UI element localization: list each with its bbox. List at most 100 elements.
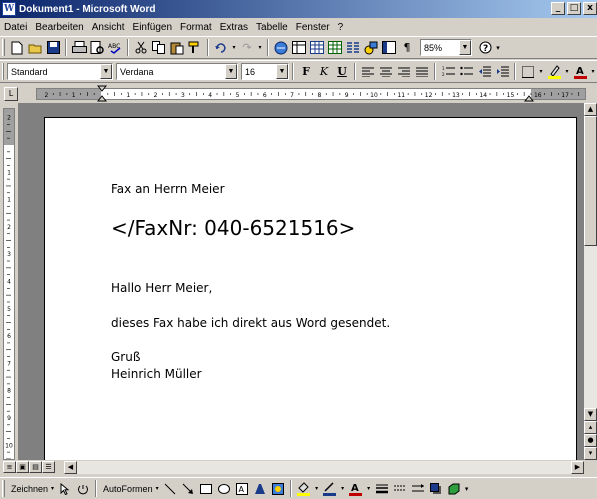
font-color-icon[interactable]: A bbox=[571, 63, 589, 81]
free-rotate-icon[interactable] bbox=[74, 480, 92, 498]
vertical-ruler[interactable]: 2 1 1 2 3 4 5 6 7 8 9 10 bbox=[3, 108, 15, 460]
undo-icon[interactable] bbox=[212, 39, 230, 57]
bold-button[interactable]: F bbox=[297, 63, 315, 81]
scroll-right-icon[interactable]: ▶ bbox=[571, 461, 584, 474]
menu-fenster[interactable]: Fenster bbox=[292, 22, 334, 33]
scroll-up-icon[interactable]: ▲ bbox=[584, 103, 597, 116]
border-icon[interactable] bbox=[519, 63, 537, 81]
oval-icon[interactable] bbox=[215, 480, 233, 498]
document-map-icon[interactable] bbox=[380, 39, 398, 57]
new-document-icon[interactable] bbox=[8, 39, 26, 57]
scroll-left-icon[interactable]: ◀ bbox=[64, 461, 77, 474]
print-icon[interactable] bbox=[70, 39, 88, 57]
arrow-style-icon[interactable] bbox=[409, 480, 427, 498]
tables-borders-icon[interactable] bbox=[290, 39, 308, 57]
shadow-icon[interactable] bbox=[427, 480, 445, 498]
line-style-icon[interactable] bbox=[373, 480, 391, 498]
select-objects-icon[interactable] bbox=[56, 480, 74, 498]
fill-color-dropdown-icon[interactable]: ▾ bbox=[313, 480, 321, 498]
minimize-button[interactable]: _ bbox=[551, 2, 565, 15]
web-layout-icon[interactable]: ▣ bbox=[16, 461, 29, 473]
underline-button[interactable]: U bbox=[333, 63, 351, 81]
redo-dropdown-icon[interactable]: ▾ bbox=[256, 39, 264, 57]
doc-line-4[interactable]: dieses Fax habe ich direkt aus Word gese… bbox=[111, 316, 390, 330]
menu-datei[interactable]: Datei bbox=[0, 22, 31, 33]
paste-icon[interactable] bbox=[168, 39, 186, 57]
3d-icon[interactable] bbox=[445, 480, 463, 498]
draw-font-color-icon[interactable]: A bbox=[347, 480, 365, 498]
dash-style-icon[interactable] bbox=[391, 480, 409, 498]
undo-dropdown-icon[interactable]: ▾ bbox=[230, 39, 238, 57]
doc-line-2[interactable]: </FaxNr: 040-6521516> bbox=[111, 216, 355, 240]
drawing-icon[interactable] bbox=[362, 39, 380, 57]
line-icon[interactable] bbox=[161, 480, 179, 498]
border-dropdown-icon[interactable]: ▾ bbox=[537, 63, 545, 81]
menu-help[interactable]: ? bbox=[334, 22, 348, 33]
cut-icon[interactable] bbox=[132, 39, 150, 57]
tab-selector[interactable]: L bbox=[4, 87, 18, 101]
wordart-icon[interactable] bbox=[251, 480, 269, 498]
zoom-dropdown-icon[interactable]: ▼ bbox=[459, 40, 471, 55]
redo-icon[interactable]: ↷ bbox=[238, 39, 256, 57]
menu-einfuegen[interactable]: Einfügen bbox=[129, 22, 176, 33]
text-box-icon[interactable]: A bbox=[233, 480, 251, 498]
outline-view-icon[interactable]: ☰ bbox=[42, 461, 55, 473]
highlight-dropdown-icon[interactable]: ▾ bbox=[563, 63, 571, 81]
align-center-icon[interactable] bbox=[377, 63, 395, 81]
hyperlink-icon[interactable] bbox=[272, 39, 290, 57]
fill-color-icon[interactable] bbox=[295, 480, 313, 498]
style-combo[interactable]: Standard ▼ bbox=[7, 63, 113, 80]
title-bar[interactable]: W Dokument1 - Microsoft Word _ □ x bbox=[0, 0, 597, 18]
toolbar-grip[interactable] bbox=[2, 39, 5, 56]
rectangle-icon[interactable] bbox=[197, 480, 215, 498]
autoshapes-menu-button[interactable]: AutoFormen bbox=[100, 484, 156, 494]
justify-icon[interactable] bbox=[413, 63, 431, 81]
zoom-combo[interactable]: 85% ▼ bbox=[420, 39, 472, 56]
right-indent-marker-icon[interactable] bbox=[524, 85, 534, 102]
print-preview-icon[interactable] bbox=[88, 39, 106, 57]
previous-page-icon[interactable]: ▴ bbox=[584, 421, 597, 434]
align-left-icon[interactable] bbox=[359, 63, 377, 81]
menu-format[interactable]: Format bbox=[176, 22, 216, 33]
normal-view-icon[interactable]: ≡ bbox=[3, 461, 16, 473]
insert-excel-icon[interactable] bbox=[326, 39, 344, 57]
browse-object-icon[interactable]: ● bbox=[584, 434, 597, 447]
arrow-icon[interactable] bbox=[179, 480, 197, 498]
doc-line-1[interactable]: Fax an Herrn Meier bbox=[111, 182, 225, 196]
italic-button[interactable]: K bbox=[315, 63, 333, 81]
page[interactable]: Fax an Herrn Meier </FaxNr: 040-6521516>… bbox=[44, 117, 577, 460]
menu-tabelle[interactable]: Tabelle bbox=[252, 22, 292, 33]
copy-icon[interactable] bbox=[150, 39, 168, 57]
style-dropdown-icon[interactable]: ▼ bbox=[100, 64, 112, 79]
toolbar-grip[interactable] bbox=[2, 480, 5, 497]
maximize-button[interactable]: □ bbox=[567, 2, 581, 15]
increase-indent-icon[interactable] bbox=[493, 63, 511, 81]
indent-marker-icon[interactable] bbox=[97, 85, 107, 102]
horizontal-scrollbar[interactable]: ◀ ▶ bbox=[64, 461, 584, 474]
next-page-icon[interactable]: ▾ bbox=[584, 447, 597, 460]
word-icon[interactable]: W bbox=[2, 2, 16, 16]
font-dropdown-icon[interactable]: ▼ bbox=[225, 64, 237, 79]
horizontal-ruler[interactable]: 21123456789101112131415161718 bbox=[36, 88, 586, 100]
doc-line-6[interactable]: Heinrich Müller bbox=[111, 367, 202, 381]
align-right-icon[interactable] bbox=[395, 63, 413, 81]
scroll-thumb[interactable] bbox=[584, 116, 597, 246]
decrease-indent-icon[interactable] bbox=[475, 63, 493, 81]
format-painter-icon[interactable] bbox=[186, 39, 204, 57]
open-folder-icon[interactable] bbox=[26, 39, 44, 57]
insert-table-icon[interactable] bbox=[308, 39, 326, 57]
menu-extras[interactable]: Extras bbox=[216, 22, 252, 33]
numbering-icon[interactable]: 12 bbox=[439, 63, 457, 81]
doc-line-5[interactable]: Gruß bbox=[111, 350, 140, 364]
bullets-icon[interactable] bbox=[457, 63, 475, 81]
toolbar-grip[interactable] bbox=[2, 63, 4, 80]
close-button[interactable]: x bbox=[583, 2, 597, 15]
line-color-icon[interactable] bbox=[321, 480, 339, 498]
font-size-combo[interactable]: 16 ▼ bbox=[241, 63, 289, 80]
scroll-down-icon[interactable]: ▼ bbox=[584, 408, 597, 421]
menu-bearbeiten[interactable]: Bearbeiten bbox=[31, 22, 87, 33]
line-color-dropdown-icon[interactable]: ▾ bbox=[339, 480, 347, 498]
font-color-dropdown-icon[interactable]: ▾ bbox=[589, 63, 597, 81]
columns-icon[interactable] bbox=[344, 39, 362, 57]
toolbar-options-icon[interactable]: ▾ bbox=[494, 39, 502, 57]
